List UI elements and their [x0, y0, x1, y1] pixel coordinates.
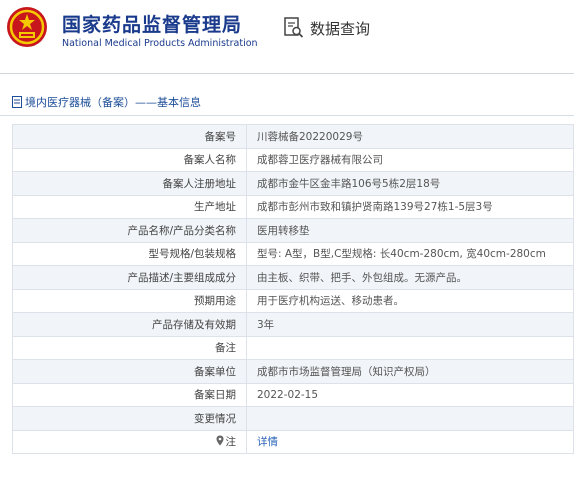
field-value: 由主板、织带、把手、外包组成。无源产品。 — [246, 265, 574, 290]
field-label: 备案日期 — [12, 382, 247, 407]
field-label: 产品名称/产品分类名称 — [12, 218, 247, 243]
data-query-label: 数据查询 — [310, 19, 371, 38]
field-value: 成都市彭州市致和镇护贤南路139号27栋1-5层3号 — [246, 194, 574, 219]
field-label: 备案单位 — [12, 359, 247, 384]
table-row: 变更情况 — [12, 406, 574, 431]
table-row: 备案单位 成都市市场监督管理局（知识产权局） — [12, 359, 574, 384]
breadcrumb-text[interactable]: 境内医疗器械（备案）——基本信息 — [25, 94, 201, 110]
field-value: 成都市市场监督管理局（知识产权局） — [246, 359, 574, 384]
table-row: 备案人注册地址 成都市金牛区金丰路106号5栋2层18号 — [12, 171, 574, 196]
breadcrumb: 境内医疗器械（备案）——基本信息 — [0, 90, 574, 114]
field-label: 备注 — [12, 335, 247, 360]
field-value: 用于医疗机构运送、移动患者。 — [246, 288, 574, 313]
field-label: 产品存储及有效期 — [12, 312, 247, 337]
site-header: 国家药品监督管理局 National Medical Products Admi… — [0, 0, 574, 62]
table-row: 产品名称/产品分类名称 医用转移垫 — [12, 218, 574, 243]
table-row: 备案人名称 成都蓉卫医疗器械有限公司 — [12, 147, 574, 172]
field-label: 产品描述/主要组成成分 — [12, 265, 247, 290]
field-value: 3年 — [246, 312, 574, 337]
document-icon — [12, 96, 22, 108]
field-label: 预期用途 — [12, 288, 247, 313]
header-divider — [0, 73, 574, 74]
field-label: 备案人注册地址 — [12, 171, 247, 196]
field-label: 注 — [225, 436, 237, 449]
field-value — [246, 335, 574, 360]
data-query-link[interactable]: 数据查询 — [284, 17, 370, 39]
site-title-cn: 国家药品监督管理局 — [62, 14, 243, 36]
field-label: 备案人名称 — [12, 147, 247, 172]
note-label-cell: 注 — [12, 429, 247, 454]
table-row: 备案号 川蓉械备20220029号 — [12, 124, 574, 149]
record-detail-table: 备案号 川蓉械备20220029号 备案人名称 成都蓉卫医疗器械有限公司 备案人… — [12, 124, 574, 454]
field-value: 成都市金牛区金丰路106号5栋2层18号 — [246, 171, 574, 196]
table-row: 备注 — [12, 335, 574, 360]
table-row: 生产地址 成都市彭州市致和镇护贤南路139号27栋1-5层3号 — [12, 194, 574, 219]
search-document-icon — [284, 17, 304, 38]
table-row: 型号规格/包装规格 型号: A型，B型,C型规格: 长40cm-280cm, 宽… — [12, 241, 574, 266]
table-row: 产品存储及有效期 3年 — [12, 312, 574, 337]
field-label: 生产地址 — [12, 194, 247, 219]
field-value: 川蓉械备20220029号 — [246, 124, 574, 149]
location-pin-icon — [216, 435, 223, 446]
table-row: 产品描述/主要组成成分 由主板、织带、把手、外包组成。无源产品。 — [12, 265, 574, 290]
table-row: 注 详情 — [12, 429, 574, 454]
details-cell: 详情 — [246, 429, 574, 454]
field-value: 医用转移垫 — [246, 218, 574, 243]
table-row: 备案日期 2022-02-15 — [12, 382, 574, 407]
details-link[interactable]: 详情 — [257, 436, 278, 448]
field-label: 型号规格/包装规格 — [12, 241, 247, 266]
national-emblem-icon — [7, 7, 47, 47]
breadcrumb-divider — [0, 115, 574, 116]
field-label: 备案号 — [12, 124, 247, 149]
field-value: 成都蓉卫医疗器械有限公司 — [246, 147, 574, 172]
table-row: 预期用途 用于医疗机构运送、移动患者。 — [12, 288, 574, 313]
field-value: 2022-02-15 — [246, 382, 574, 407]
field-value: 型号: A型，B型,C型规格: 长40cm-280cm, 宽40cm-280cm — [246, 241, 574, 266]
field-value — [246, 406, 574, 431]
field-label: 变更情况 — [12, 406, 247, 431]
site-title-en: National Medical Products Administration — [62, 38, 258, 49]
